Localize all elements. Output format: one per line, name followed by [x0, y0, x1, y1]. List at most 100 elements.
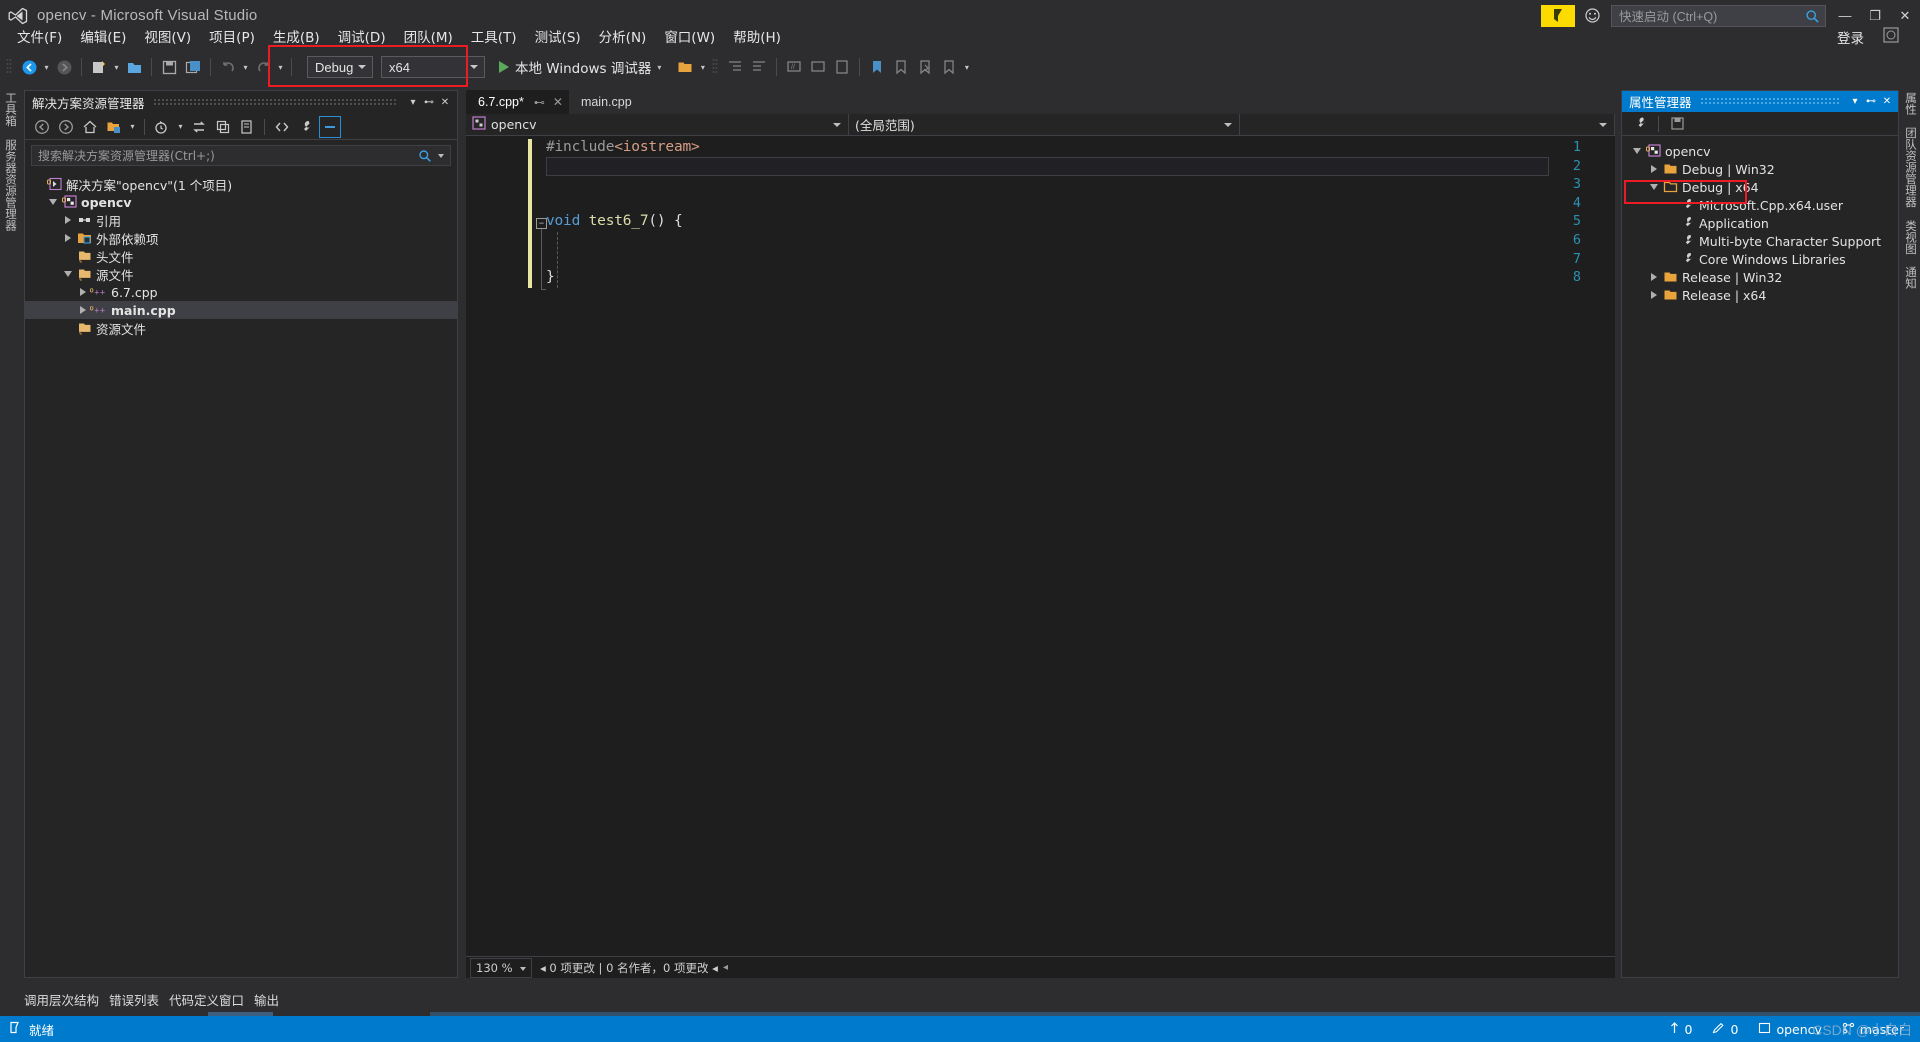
- git-info-expander-icon[interactable]: ◂: [723, 962, 728, 973]
- tab-error-list[interactable]: 错误列表: [109, 990, 159, 1009]
- tree-row[interactable]: opencv: [25, 193, 457, 211]
- quick-launch-input[interactable]: 快速启动 (Ctrl+Q): [1611, 4, 1826, 27]
- solution-explorer-search-input[interactable]: 搜索解决方案资源管理器(Ctrl+;): [31, 145, 451, 166]
- collapse-arrow-icon[interactable]: [61, 271, 75, 277]
- forward-icon[interactable]: [55, 116, 77, 138]
- menu-analyze[interactable]: 分析(N): [590, 24, 656, 48]
- chevron-down-icon[interactable]: ▾: [1847, 93, 1863, 111]
- collapse-arrow-icon[interactable]: [46, 199, 60, 205]
- navigate-forward-icon[interactable]: [52, 55, 76, 79]
- menu-team[interactable]: 团队(M): [395, 24, 462, 48]
- pin-icon[interactable]: ⊷: [1863, 93, 1879, 111]
- menu-test[interactable]: 测试(S): [526, 24, 590, 48]
- chevron-down-icon[interactable]: [470, 65, 478, 69]
- collapse-all-icon[interactable]: [212, 116, 234, 138]
- vtab-toolbox[interactable]: 工具箱: [0, 86, 22, 133]
- outgoing-commits[interactable]: 0: [1659, 1022, 1703, 1037]
- vtab-notifications[interactable]: 通知: [1900, 260, 1920, 295]
- pending-edits[interactable]: 0: [1702, 1022, 1748, 1037]
- navigate-back-dropdown-icon[interactable]: ▾: [41, 55, 52, 79]
- undo-dropdown-icon[interactable]: ▾: [240, 55, 251, 79]
- chevron-down-icon[interactable]: [1599, 123, 1607, 127]
- prev-bookmark-icon[interactable]: [937, 55, 961, 79]
- sync-icon[interactable]: [188, 116, 210, 138]
- close-icon[interactable]: ✕: [1879, 93, 1895, 111]
- uncomment-icon[interactable]: [806, 55, 830, 79]
- menu-edit[interactable]: 编辑(E): [71, 24, 135, 48]
- vtab-server-explorer[interactable]: 服务器资源管理器: [0, 133, 22, 237]
- home-icon[interactable]: [79, 116, 101, 138]
- tree-row[interactable]: opencv: [1622, 142, 1898, 160]
- outdent-icon[interactable]: [747, 55, 771, 79]
- tree-row[interactable]: Release | x64: [1622, 286, 1898, 304]
- collapse-arrow-icon[interactable]: [1630, 148, 1644, 154]
- chevron-down-icon[interactable]: [1224, 123, 1232, 127]
- tree-row[interactable]: Core Windows Libraries: [1622, 250, 1898, 268]
- editor-tab[interactable]: main.cpp: [569, 90, 638, 114]
- tree-row[interactable]: 头文件: [25, 247, 457, 265]
- undo-icon[interactable]: [216, 55, 240, 79]
- nav-member-combo[interactable]: [1240, 114, 1615, 135]
- tab-output[interactable]: 输出: [254, 990, 279, 1009]
- editor-gutter[interactable]: [466, 136, 532, 956]
- solution-configuration-combo[interactable]: Debug: [307, 56, 373, 78]
- save-icon[interactable]: [157, 55, 181, 79]
- code-editor-surface[interactable]: 12345678 #include<iostream> void test6_7(…: [466, 136, 1615, 956]
- notification-flag-icon[interactable]: [1541, 4, 1575, 27]
- feedback-smiley-icon[interactable]: [1882, 26, 1902, 46]
- chevron-down-icon[interactable]: [438, 154, 444, 158]
- toggle-bookmark-icon[interactable]: [889, 55, 913, 79]
- redo-dropdown-icon[interactable]: ▾: [275, 55, 286, 79]
- redo-icon[interactable]: [251, 55, 275, 79]
- expand-arrow-icon[interactable]: [76, 306, 90, 314]
- collapse-arrow-icon[interactable]: [1647, 184, 1661, 190]
- toolbar-grip[interactable]: [6, 58, 14, 76]
- feedback-smiley-icon[interactable]: [1579, 5, 1605, 27]
- open-file-icon[interactable]: [122, 55, 146, 79]
- new-folder-dropdown-icon[interactable]: ▾: [127, 115, 138, 139]
- tree-row[interactable]: 解决方案"opencv"(1 个项目): [25, 175, 457, 193]
- menu-help[interactable]: 帮助(H): [724, 24, 790, 48]
- solution-platform-combo[interactable]: x64: [381, 56, 485, 78]
- tab-code-definition-window[interactable]: 代码定义窗口: [169, 990, 244, 1009]
- menu-build[interactable]: 生成(B): [264, 24, 329, 48]
- search-icon[interactable]: [418, 149, 432, 166]
- properties-wrench-icon[interactable]: [1629, 113, 1651, 135]
- toolbar-grip[interactable]: [712, 58, 720, 76]
- close-icon[interactable]: ✕: [553, 95, 563, 109]
- menu-file[interactable]: 文件(F): [8, 24, 71, 48]
- expand-arrow-icon[interactable]: [1647, 273, 1661, 281]
- new-project-dropdown-icon[interactable]: ▾: [111, 55, 122, 79]
- tree-row[interactable]: 引用: [25, 211, 457, 229]
- navigate-back-icon[interactable]: [17, 55, 41, 79]
- expand-arrow-icon[interactable]: [1647, 291, 1661, 299]
- tree-row[interactable]: 外部依赖项: [25, 229, 457, 247]
- back-icon[interactable]: [31, 116, 53, 138]
- sign-in-link[interactable]: 登录: [1837, 27, 1864, 47]
- save-icon[interactable]: [1666, 113, 1688, 135]
- indent-icon[interactable]: [723, 55, 747, 79]
- chevron-down-icon[interactable]: [358, 65, 366, 69]
- chevron-down-icon[interactable]: [833, 123, 841, 127]
- editor-zoom-combo[interactable]: 130 %: [470, 957, 532, 978]
- git-changes-info[interactable]: ◂ 0 项更改 | 0 名作者，0 项更改 ◂: [540, 960, 718, 976]
- menu-view[interactable]: 视图(V): [135, 24, 200, 48]
- folder-dropdown-icon[interactable]: ▾: [697, 55, 708, 79]
- properties-icon[interactable]: [295, 116, 317, 138]
- menu-tools[interactable]: 工具(T): [462, 24, 526, 48]
- tree-row[interactable]: + +6.7.cpp: [25, 283, 457, 301]
- menu-debug[interactable]: 调试(D): [329, 24, 395, 48]
- vtab-class-view[interactable]: 类视图: [1900, 214, 1920, 261]
- nav-scope-combo[interactable]: (全局范围): [849, 114, 1240, 135]
- start-debugging-button[interactable]: 本地 Windows 调试器 ▾: [499, 57, 661, 77]
- comment-icon[interactable]: //: [782, 55, 806, 79]
- show-all-files-icon[interactable]: [236, 116, 258, 138]
- new-project-icon[interactable]: [87, 55, 111, 79]
- menu-window[interactable]: 窗口(W): [655, 24, 724, 48]
- tree-row[interactable]: 资源文件: [25, 319, 457, 337]
- folder-icon[interactable]: [673, 55, 697, 79]
- save-all-icon[interactable]: [181, 55, 205, 79]
- expand-arrow-icon[interactable]: [61, 216, 75, 224]
- pending-changes-icon[interactable]: [151, 116, 173, 138]
- search-icon[interactable]: [1805, 9, 1820, 27]
